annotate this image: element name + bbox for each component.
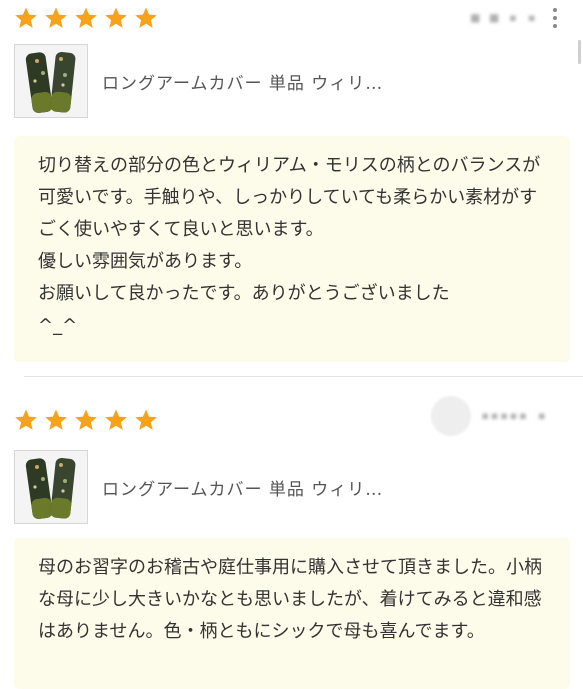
scrollbar[interactable] <box>578 40 581 64</box>
star-icon <box>104 6 128 30</box>
product-link[interactable]: ロングアームカバー 単品 ウィリ… <box>14 450 383 524</box>
star-icon <box>74 408 98 432</box>
reviewer-info[interactable]: ▪▪▪▪▪ ▪ <box>430 396 547 436</box>
reviewer-info[interactable]: ■ ■ ▪ ▪ <box>471 6 563 30</box>
review-card: ■ ■ ▪ ▪ ロングアームカバー 単品 ウィリ… 切り替えの部分の色とウィリア… <box>0 0 583 372</box>
review-comment: 母のお習字のお稽古や庭仕事用に購入させて頂きました。小柄な母に少し大きいかなとも… <box>14 538 570 689</box>
review-divider <box>24 376 583 377</box>
review-comment: 切り替えの部分の色とウィリアム・モリスの柄とのバランスが可愛いです。手触りや、し… <box>14 136 570 362</box>
product-thumbnail[interactable] <box>14 450 88 524</box>
product-link[interactable]: ロングアームカバー 単品 ウィリ… <box>14 44 383 118</box>
star-rating <box>14 6 158 30</box>
star-rating <box>14 408 158 432</box>
star-icon <box>104 408 128 432</box>
reviewer-name[interactable]: ■ ■ ▪ ▪ <box>471 10 537 26</box>
star-icon <box>74 6 98 30</box>
more-options-icon[interactable] <box>547 6 563 30</box>
product-thumbnail[interactable] <box>14 44 88 118</box>
star-icon <box>134 6 158 30</box>
star-icon <box>134 408 158 432</box>
star-icon <box>14 408 38 432</box>
product-name[interactable]: ロングアームカバー 単品 ウィリ… <box>102 475 383 500</box>
reviewer-avatar[interactable] <box>430 396 471 436</box>
star-icon <box>14 6 38 30</box>
reviewer-name[interactable]: ▪▪▪▪▪ ▪ <box>481 408 547 424</box>
star-icon <box>44 6 68 30</box>
review-card: ▪▪▪▪▪ ▪ ロングアームカバー 単品 ウィリ… 母のお習字のお稽古や庭仕事用… <box>0 392 583 689</box>
product-name[interactable]: ロングアームカバー 単品 ウィリ… <box>102 69 383 94</box>
star-icon <box>44 408 68 432</box>
